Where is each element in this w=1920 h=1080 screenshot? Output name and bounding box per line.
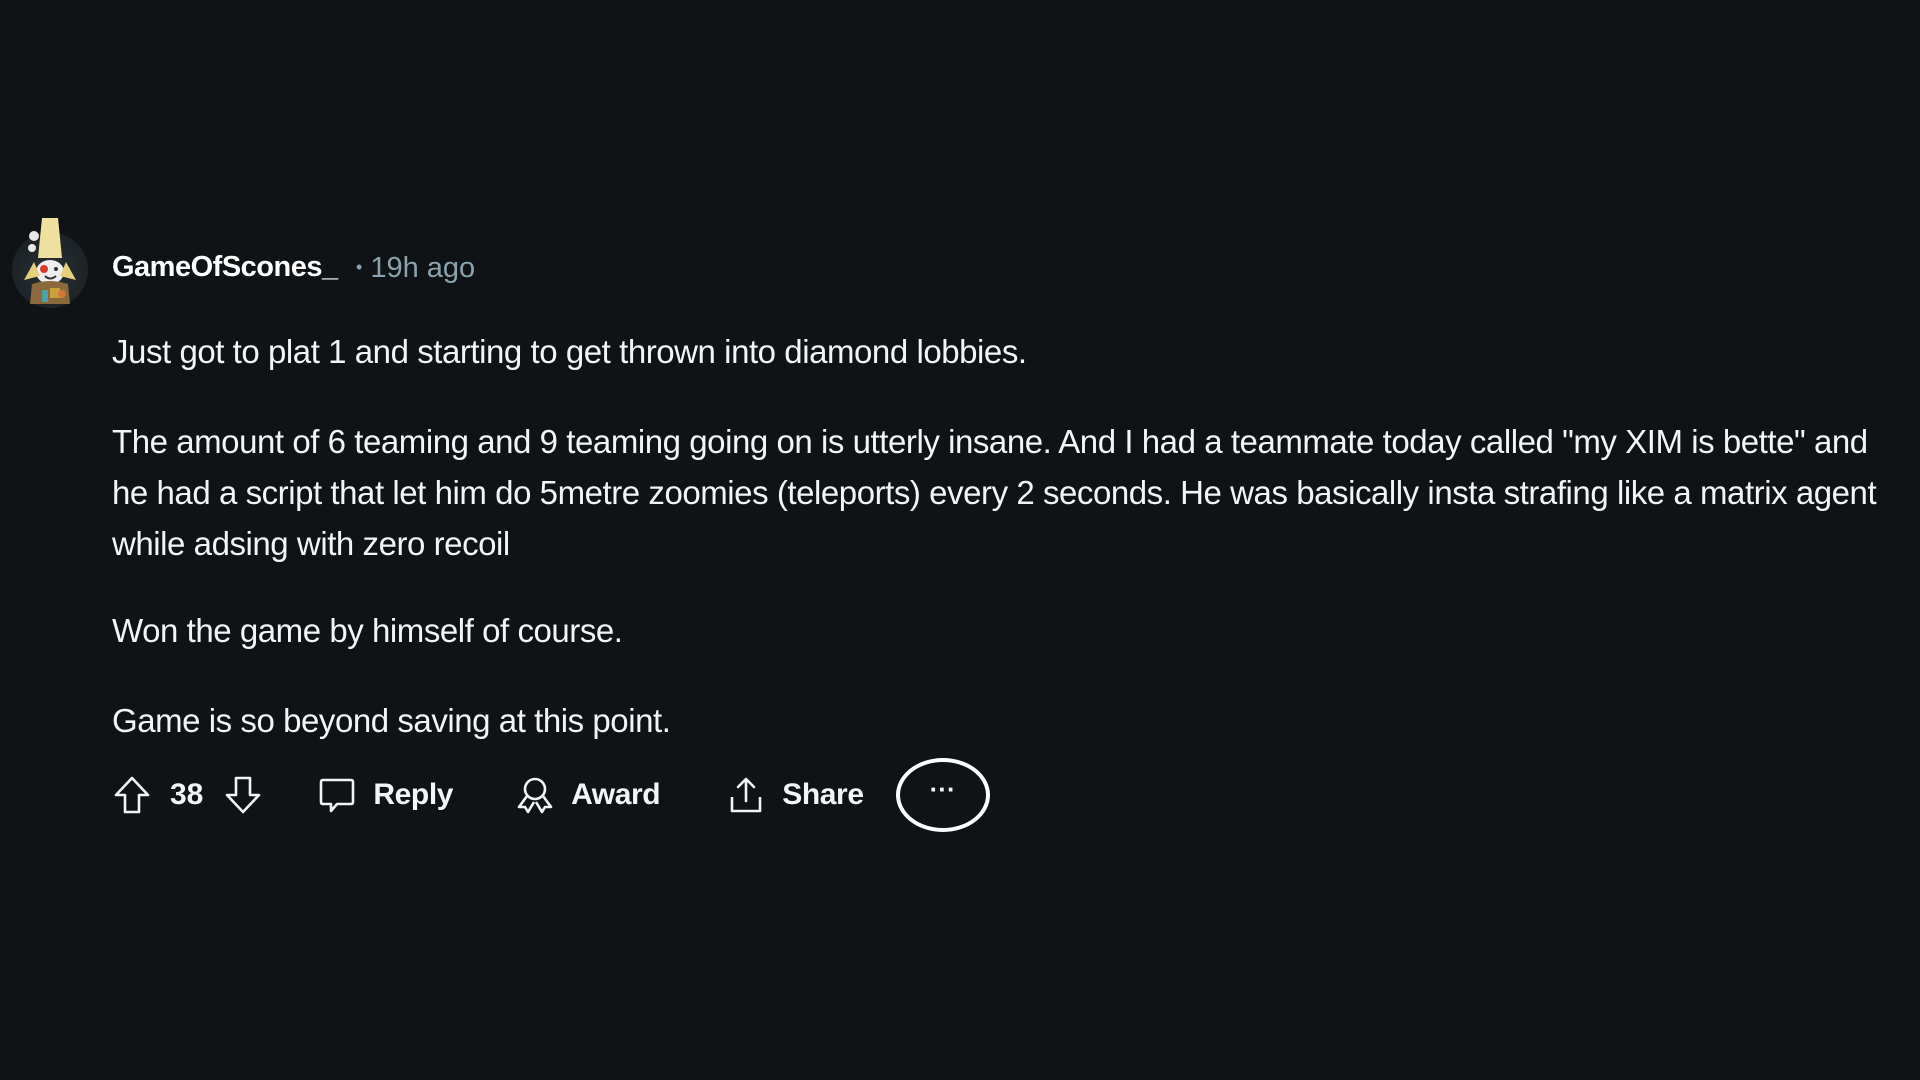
comment-bubble-icon [317, 775, 357, 815]
comment-action-bar: 38 Reply Award Share ··· [112, 756, 990, 834]
comment-meta: • 19h ago [356, 252, 475, 285]
reply-button[interactable]: Reply [317, 775, 453, 815]
comment-paragraph: Game is so beyond saving at this point. [112, 702, 671, 739]
share-button[interactable]: Share [726, 775, 864, 815]
share-label: Share [782, 778, 864, 811]
ellipsis-icon: ··· [929, 774, 956, 804]
comment-paragraph: Won the game by himself of course. [112, 612, 623, 649]
downvote-arrow-icon[interactable] [223, 775, 263, 815]
upvote-arrow-icon[interactable] [112, 775, 152, 815]
comment-timestamp[interactable]: 19h ago [370, 252, 475, 284]
award-ribbon-icon [515, 775, 555, 815]
comment-author[interactable]: GameOfScones_ [112, 251, 338, 284]
award-button[interactable]: Award [515, 775, 661, 815]
separator-dot: • [356, 257, 363, 277]
comment-paragraph: The amount of 6 teaming and 9 teaming go… [112, 423, 1877, 562]
comment-paragraph: Just got to plat 1 and starting to get t… [112, 333, 1027, 370]
avatar[interactable] [12, 218, 88, 308]
snoo-avatar-icon [24, 218, 76, 304]
reply-label: Reply [373, 778, 454, 811]
vote-control: 38 [112, 775, 263, 815]
share-upload-icon [726, 775, 766, 815]
vote-count: 38 [170, 778, 204, 811]
more-options-button[interactable]: ··· [895, 758, 990, 832]
award-label: Award [571, 778, 661, 811]
